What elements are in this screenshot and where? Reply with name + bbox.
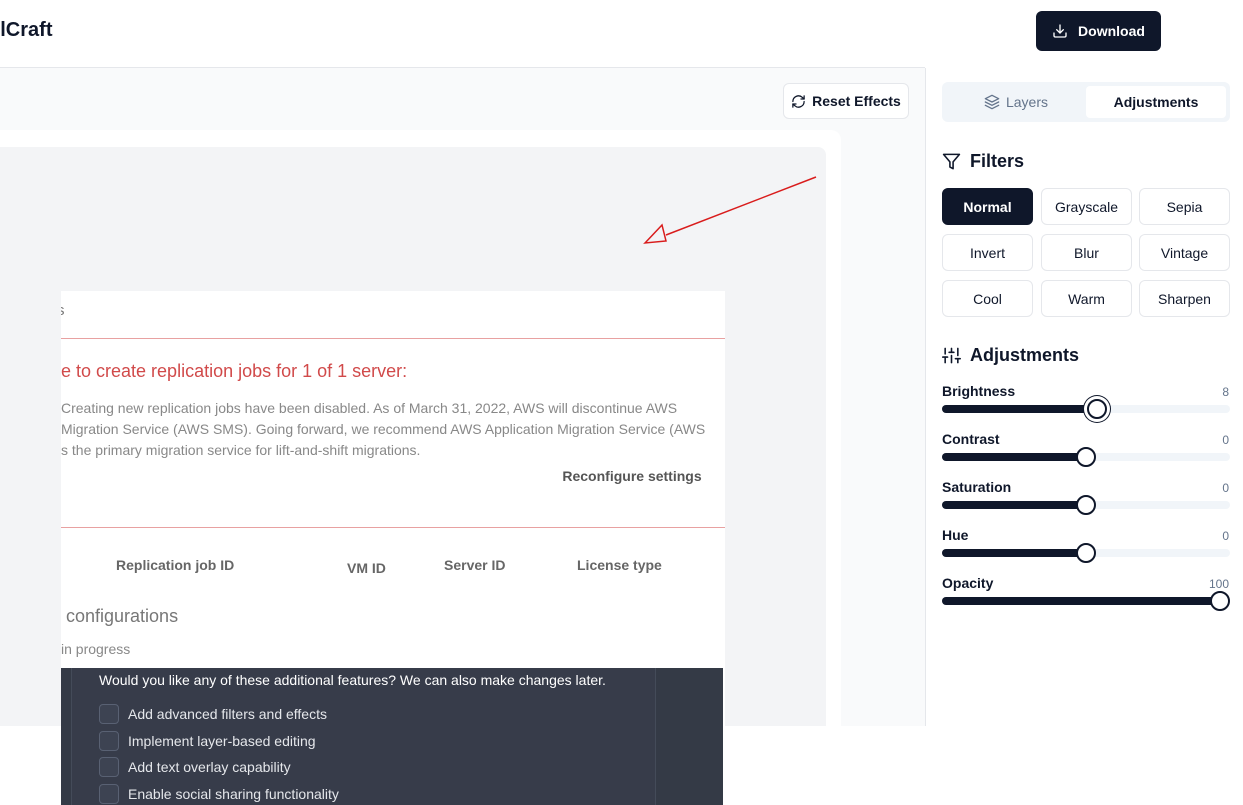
contrast-label: Contrast (942, 431, 1000, 447)
contrast-thumb[interactable] (1076, 447, 1096, 467)
download-label: Download (1078, 23, 1145, 39)
adjustments-heading: Adjustments (942, 345, 1079, 366)
reset-effects-label: Reset Effects (812, 93, 901, 109)
filter-vintage-button[interactable]: Vintage (1139, 234, 1230, 271)
tab-adjustments[interactable]: Adjustments (1086, 86, 1226, 118)
filter-warm-button[interactable]: Warm (1041, 280, 1132, 317)
brightness-thumb[interactable] (1087, 399, 1107, 419)
image-dialog-option-label: Implement layer-based editing (128, 733, 316, 749)
checkbox-icon (99, 784, 119, 804)
brightness-value: 8 (1222, 385, 1229, 399)
download-icon (1053, 24, 1067, 38)
image-dialog-option: Add text overlay capability (99, 757, 291, 777)
brightness-slider[interactable] (942, 399, 1230, 419)
contrast-fill (942, 453, 1086, 461)
download-bar: Download (925, 0, 1243, 68)
contrast-value: 0 (1222, 433, 1229, 447)
filter-sharpen-button[interactable]: Sharpen (1139, 280, 1230, 317)
layers-icon (984, 94, 1000, 110)
image-canvas[interactable]: s e to create replication jobs for 1 of … (0, 147, 826, 805)
opacity-thumb[interactable] (1210, 591, 1230, 611)
canvas-card: s e to create replication jobs for 1 of … (0, 130, 841, 805)
opacity-value: 100 (1208, 577, 1229, 591)
saturation-value: 0 (1222, 481, 1229, 495)
brightness-label: Brightness (942, 383, 1016, 399)
saturation-label: Saturation (942, 479, 1012, 495)
filter-invert-button[interactable]: Invert (942, 234, 1033, 271)
adjustments-sidebar: Layers Adjustments Filters Normal Graysc… (925, 68, 1243, 726)
saturation-thumb[interactable] (1076, 495, 1096, 515)
reset-effects-button[interactable]: Reset Effects (783, 83, 909, 119)
filter-cool-button[interactable]: Cool (942, 280, 1033, 317)
tab-layers[interactable]: Layers (946, 86, 1086, 118)
contrast-slider[interactable] (942, 447, 1230, 467)
tab-layers-label: Layers (1005, 94, 1049, 110)
hue-thumb[interactable] (1076, 543, 1096, 563)
hue-value: 0 (1222, 529, 1229, 543)
checkbox-icon (99, 757, 119, 777)
filter-grayscale-button[interactable]: Grayscale (1041, 188, 1132, 225)
hue-label: Hue (942, 527, 969, 543)
filters-heading: Filters (942, 151, 1024, 172)
workspace: Reset Effects s e to create replication … (0, 68, 925, 805)
filter-icon (942, 153, 961, 170)
opacity-fill (942, 597, 1220, 605)
filters-title: Filters (970, 151, 1025, 171)
saturation-fill (942, 501, 1086, 509)
app-title: xelCraft (0, 19, 53, 41)
image-dialog-option-label: Add text overlay capability (128, 759, 291, 775)
filter-sepia-button[interactable]: Sepia (1139, 188, 1230, 225)
refresh-icon (792, 94, 805, 108)
saturation-slider[interactable] (942, 495, 1230, 515)
image-dialog-option: Implement layer-based editing (99, 731, 316, 751)
adjustments-title: Adjustments (970, 345, 1080, 365)
filter-normal-button[interactable]: Normal (942, 188, 1033, 225)
opacity-label: Opacity (942, 575, 994, 591)
tab-adjustments-label: Adjustments (1113, 94, 1199, 110)
top-bar: xelCraft (0, 0, 925, 68)
hue-fill (942, 549, 1086, 557)
image-dialog-option-label: Enable social sharing functionality (128, 786, 339, 802)
checkbox-icon (99, 731, 119, 751)
sidebar-tabs: Layers Adjustments (942, 82, 1230, 122)
opacity-slider[interactable] (942, 591, 1230, 611)
hue-slider[interactable] (942, 543, 1230, 563)
download-button[interactable]: Download (1036, 11, 1161, 51)
annotation-arrow (643, 176, 817, 244)
filter-blur-button[interactable]: Blur (1041, 234, 1132, 271)
image-dialog-option: Enable social sharing functionality (99, 784, 339, 804)
brightness-fill (942, 405, 1097, 413)
sliders-icon (942, 347, 961, 364)
